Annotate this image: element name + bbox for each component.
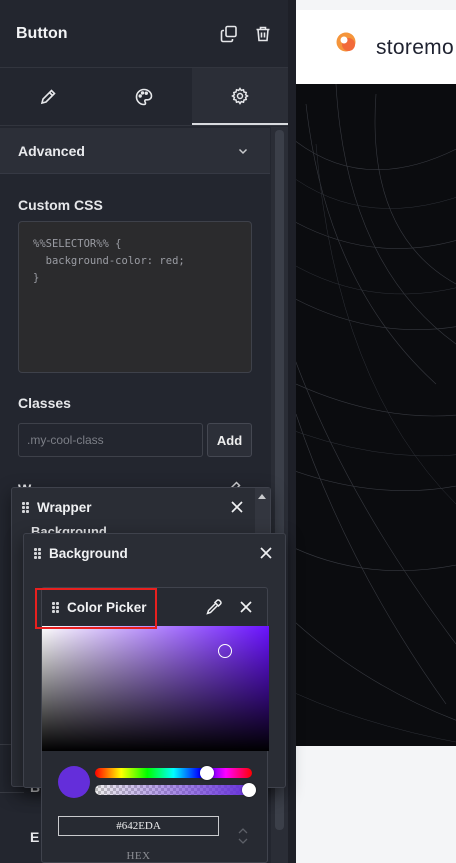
highlight-annotation — [35, 588, 157, 629]
custom-css-label: Custom CSS — [18, 197, 103, 213]
hue-slider-handle[interactable] — [200, 766, 214, 780]
panel-header: Button — [0, 0, 288, 68]
copy-icon[interactable] — [220, 25, 238, 43]
alpha-slider[interactable] — [95, 785, 252, 795]
alpha-slider-handle[interactable] — [242, 783, 256, 797]
storemo-logo-icon — [336, 32, 356, 52]
tab-advanced[interactable] — [192, 68, 288, 125]
hex-input[interactable] — [58, 816, 219, 836]
eyedropper-icon[interactable] — [205, 598, 223, 616]
background-panel-header[interactable]: Background — [24, 534, 285, 572]
site-logo-text: storemo — [376, 36, 454, 59]
close-icon[interactable] — [237, 598, 255, 616]
gear-icon — [231, 86, 249, 105]
wrapper-panel-title: Wrapper — [37, 499, 92, 515]
close-icon[interactable] — [257, 544, 275, 562]
saturation-value-area[interactable] — [42, 626, 269, 751]
hero-image — [296, 84, 456, 746]
tab-style[interactable] — [96, 68, 192, 125]
panel-tabs — [0, 68, 288, 126]
site-header: storemo — [296, 10, 456, 84]
advanced-section-header[interactable]: Advanced — [0, 128, 270, 174]
selected-color-swatch — [58, 766, 90, 798]
divider — [0, 792, 24, 793]
pencil-icon — [39, 88, 57, 106]
palette-icon — [135, 88, 153, 106]
site-preview: storemo — [296, 0, 456, 863]
wrapper-panel-header[interactable]: Wrapper — [12, 488, 270, 526]
hue-slider[interactable] — [95, 768, 252, 778]
panel-title: Button — [16, 24, 68, 42]
section-title: Advanced — [18, 142, 85, 159]
background-panel-title: Background — [49, 545, 128, 561]
scroll-up-icon[interactable] — [258, 494, 266, 499]
format-toggle-icon[interactable] — [238, 825, 248, 847]
peek-label-e: E — [30, 829, 40, 845]
star-trails-image — [296, 84, 456, 743]
trash-icon[interactable] — [254, 25, 272, 43]
header-icons — [220, 25, 272, 43]
classes-label: Classes — [18, 395, 71, 411]
custom-css-editor[interactable]: %%SELECTOR%% { background-color: red; } — [18, 221, 252, 373]
hex-mode-label[interactable]: HEX — [58, 850, 219, 862]
color-selector-handle[interactable] — [218, 644, 232, 658]
drag-handle-icon[interactable] — [22, 501, 29, 513]
chevron-down-icon — [234, 142, 252, 160]
tab-content[interactable] — [0, 68, 96, 125]
drag-handle-icon[interactable] — [34, 547, 41, 559]
close-icon[interactable] — [228, 498, 246, 516]
classes-input[interactable] — [18, 423, 203, 457]
add-class-button[interactable]: Add — [207, 423, 252, 457]
